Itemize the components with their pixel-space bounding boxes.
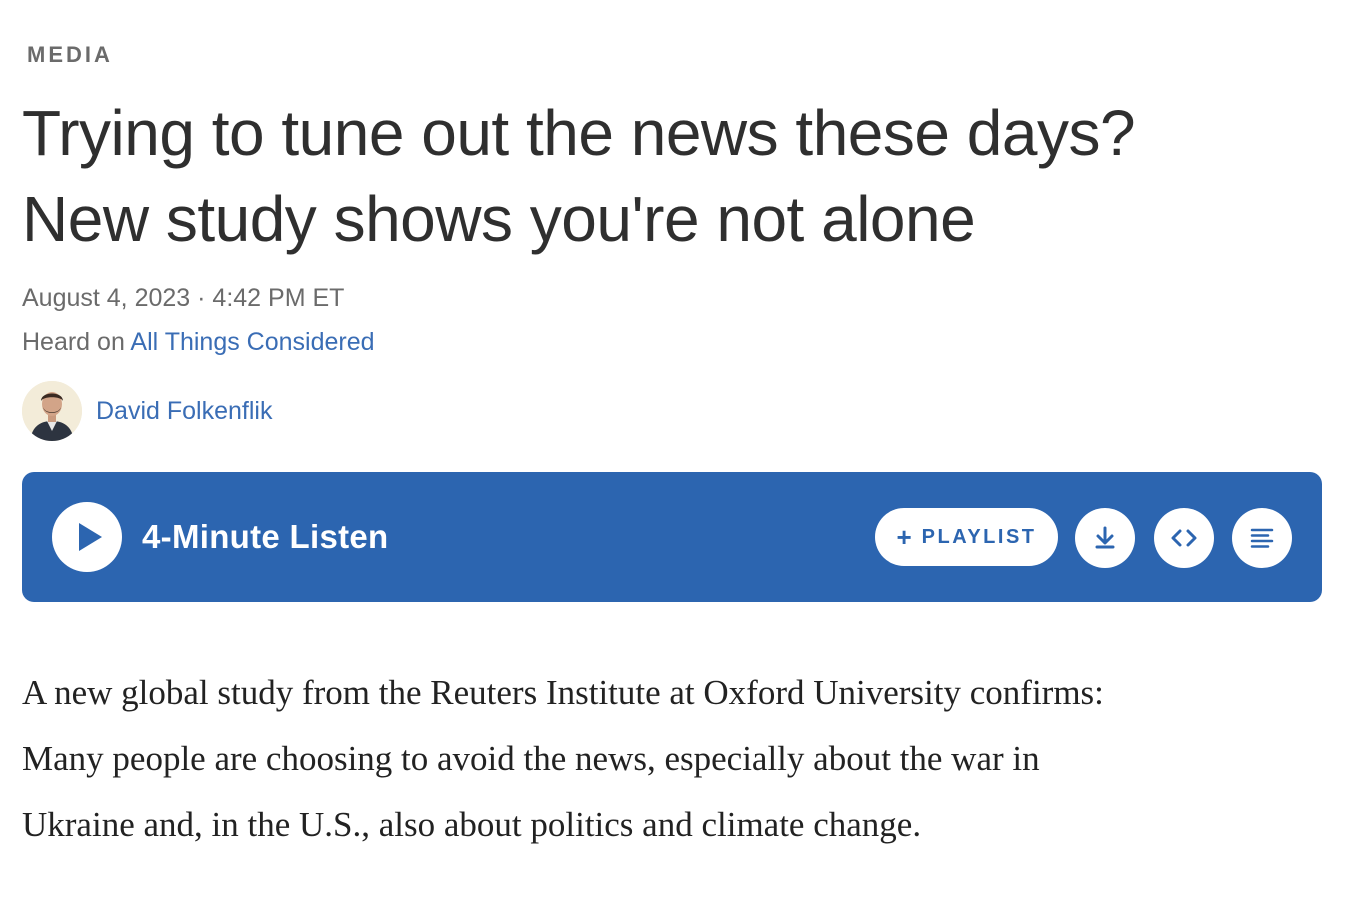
paragraph-line: Ukraine and, in the U.S., also about pol… [22,805,922,844]
transcript-button[interactable] [1232,508,1292,568]
heard-on-label: Heard on [22,328,131,356]
playlist-label: PLAYLIST [921,525,1037,548]
play-icon [79,523,102,551]
article-paragraph: A new global study from the Reuters Inst… [22,660,1332,858]
heard-on: Heard on All Things Considered [22,328,375,357]
publish-date: August 4, 2023 [22,284,191,312]
listen-duration: 4-Minute Listen [142,518,389,555]
headline: Trying to tune out the news these days? … [22,90,1322,262]
plus-icon: + [896,521,912,552]
publish-time: 4:42 PM ET [212,284,345,312]
transcript-icon [1250,528,1274,548]
paragraph-line: A new global study from the Reuters Inst… [22,673,1104,712]
author-avatar[interactable] [22,381,82,441]
author-link[interactable]: David Folkenflik [96,397,272,426]
date-separator: · [190,284,213,312]
headline-line: Trying to tune out the news these days? [22,97,1136,169]
program-link[interactable]: All Things Considered [130,328,374,356]
embed-button[interactable] [1154,508,1214,568]
byline: David Folkenflik [22,380,272,442]
paragraph-line: Many people are choosing to avoid the ne… [22,739,1040,778]
author-photo-icon [22,381,82,441]
play-button[interactable] [52,502,122,572]
download-button[interactable] [1075,508,1135,568]
audio-player: 4-Minute Listen + PLAYLIST [22,472,1322,602]
download-icon [1095,526,1115,549]
add-to-playlist-button[interactable]: + PLAYLIST [875,508,1058,566]
section-label[interactable]: MEDIA [27,42,113,68]
dateline: August 4, 2023 · 4:42 PM ET [22,284,344,313]
headline-line: New study shows you're not alone [22,183,976,255]
embed-icon [1171,529,1197,547]
